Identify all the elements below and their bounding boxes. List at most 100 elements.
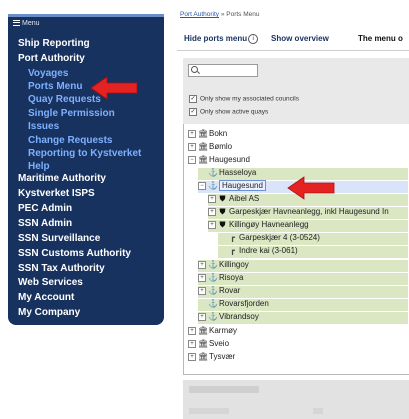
ports-tree: + 🏛Bokn + 🏛Bømlo − 🏛Haugesund ⚓Hasseloya − ⚓… (183, 124, 409, 375)
tree-node-label: Garpeskjær 4 (3-0524) (239, 233, 320, 242)
menu-description-text: The menu o (358, 34, 403, 43)
anchor-icon: ⚓ (208, 286, 218, 296)
tree-node-bomlo[interactable]: + 🏛Bømlo (188, 142, 408, 154)
active-quays-checkbox[interactable]: ✓ (189, 108, 197, 116)
sidebar-item-ssn-surveillance[interactable]: SSN Surveillance (18, 233, 100, 244)
building-icon: 🏛 (198, 155, 209, 165)
shield-icon: ⛊ (219, 220, 226, 229)
sidebar-item-single-permission[interactable]: Single Permission (28, 108, 115, 119)
sidebar-item-reporting-kystverket[interactable]: Reporting to Kystverket (28, 148, 141, 159)
sidebar-item-issues[interactable]: Issues (28, 121, 59, 132)
tree-node-vibrandsoy[interactable]: + ⚓Vibrandsoy (198, 312, 408, 324)
sidebar-item-ports-menu[interactable]: Ports Menu (28, 81, 82, 92)
expand-toggle[interactable]: + (198, 312, 206, 321)
sidebar-item-change-requests[interactable]: Change Requests (28, 135, 112, 146)
sidebar-item-port-authority[interactable]: Port Authority (18, 53, 85, 64)
expand-toggle[interactable]: + (188, 352, 196, 361)
sidebar-item-ssn-customs[interactable]: SSN Customs Authority (18, 248, 131, 259)
show-overview-button[interactable]: Show overview (271, 34, 329, 43)
filter-panel: ✓ Only show my associated councils ✓ Only … (183, 58, 409, 124)
hide-ports-menu-label: Hide ports menu (184, 34, 248, 44)
building-icon: 🏛 (198, 339, 209, 349)
tree-node-haugesund-council[interactable]: − 🏛Haugesund (188, 155, 408, 167)
building-icon: 🏛 (198, 129, 209, 139)
tree-node-rovarsfjorden[interactable]: ⚓Rovarsfjorden (198, 299, 408, 311)
menu-header[interactable]: Menu (13, 20, 40, 27)
building-icon: 🏛 (198, 142, 209, 152)
expand-toggle[interactable]: + (198, 273, 206, 282)
pier-icon: ┏ (230, 233, 235, 243)
sidebar-item-voyages[interactable]: Voyages (28, 68, 68, 79)
hide-ports-menu-button[interactable]: Hide ports menu i (184, 34, 259, 44)
tree-node-label: Rovarsfjorden (219, 299, 269, 308)
expand-toggle[interactable]: + (208, 195, 216, 203)
tree-node-label: Haugesund (219, 180, 266, 191)
red-arrow-icon (287, 176, 335, 200)
announcement-header (189, 386, 259, 393)
sidebar-item-pec-admin[interactable]: PEC Admin (18, 203, 72, 214)
tree-node-label: Risoya (219, 273, 244, 282)
tree-node-garpeskjaer-4[interactable]: ┏ Garpeskjær 4 (3-0524) (218, 233, 408, 245)
breadcrumb-port-authority[interactable]: Port Authority (180, 11, 219, 18)
search-icon (191, 66, 198, 73)
active-quays-label: Only show active quays (200, 108, 269, 116)
sidebar-item-kystverket-isps[interactable]: Kystverket ISPS (18, 188, 95, 199)
tree-search-input[interactable] (188, 64, 258, 77)
expand-toggle[interactable]: + (198, 286, 206, 295)
anchor-icon: ⚓ (208, 299, 218, 309)
expand-toggle[interactable]: + (188, 339, 196, 348)
building-icon: 🏛 (198, 352, 209, 362)
sidebar-item-help[interactable]: Help (28, 161, 50, 172)
sidebar-item-maritime-authority[interactable]: Maritime Authority (18, 173, 106, 184)
sidebar-item-ship-reporting[interactable]: Ship Reporting (18, 38, 90, 49)
sidebar-item-my-account[interactable]: My Account (18, 292, 74, 303)
expand-toggle[interactable]: + (208, 208, 216, 216)
info-icon[interactable]: i (248, 34, 259, 44)
tree-node-killingoy[interactable]: + ⚓Killingoy (198, 260, 408, 272)
anchor-icon: ⚓ (208, 273, 218, 283)
anchor-icon: ⚓ (208, 181, 218, 191)
building-icon: 🏛 (198, 326, 209, 336)
tree-node-label: Killingoy (219, 260, 249, 269)
expand-toggle[interactable]: + (188, 142, 196, 151)
tree-node-label: Bømlo (209, 142, 233, 151)
tree-node-label: Vibrandsoy (219, 312, 259, 321)
breadcrumb: Port Authority » Ports Menu (180, 11, 260, 18)
tree-node-indre-kai[interactable]: ┏ Indre kai (3-061) (218, 246, 408, 258)
collapse-toggle[interactable]: − (188, 155, 196, 164)
tree-node-label: Bokn (209, 129, 228, 138)
announcement-field (189, 408, 229, 414)
red-arrow-icon (90, 76, 138, 100)
sidebar-item-ssn-tax[interactable]: SSN Tax Authority (18, 263, 105, 274)
collapse-toggle[interactable]: − (198, 181, 206, 190)
announcement-panel (183, 380, 409, 419)
active-quays-filter[interactable]: ✓ Only show active quays (189, 108, 268, 116)
tree-node-label: Garpeskjær Havneanlegg, inkl Haugesund I… (229, 207, 389, 217)
sidebar-accent (8, 14, 164, 17)
tree-node-risoya[interactable]: + ⚓Risoya (198, 273, 408, 285)
shield-icon: ⛊ (219, 194, 226, 203)
ports-toolbar: Hide ports menu i Show overview The menu … (177, 28, 409, 51)
expand-toggle[interactable]: + (188, 129, 196, 138)
sidebar-menu: Menu Ship Reporting Port Authority Voyag… (8, 14, 164, 325)
tree-node-karmoy[interactable]: + 🏛Karmøy (188, 326, 408, 338)
tree-node-label: Sveio (209, 339, 230, 348)
associated-councils-checkbox[interactable]: ✓ (189, 95, 197, 103)
tree-node-label: Karmøy (209, 326, 237, 335)
tree-node-garpeskjaer-havneanlegg[interactable]: + ⛊ Garpeskjær Havneanlegg, inkl Haugesund… (208, 207, 408, 219)
tree-node-rovar[interactable]: + ⚓Rovar (198, 286, 408, 298)
expand-toggle[interactable]: + (198, 260, 206, 269)
sidebar-item-my-company[interactable]: My Company (18, 307, 80, 318)
pier-icon: ┏ (230, 246, 235, 256)
tree-node-killingoy-havneanlegg[interactable]: + ⛊ Killingøy Havneanlegg (208, 220, 408, 232)
tree-node-bokn[interactable]: + 🏛Bokn (188, 129, 408, 141)
expand-toggle[interactable]: + (208, 221, 216, 229)
tree-node-sveio[interactable]: + 🏛Sveio (188, 339, 408, 351)
tree-node-tysvaer[interactable]: + 🏛Tysvær (188, 352, 408, 364)
expand-toggle[interactable]: + (188, 326, 196, 335)
sidebar-item-web-services[interactable]: Web Services (18, 277, 83, 288)
associated-councils-filter[interactable]: ✓ Only show my associated councils (189, 95, 299, 103)
sidebar-item-ssn-admin[interactable]: SSN Admin (18, 218, 72, 229)
breadcrumb-current: Ports Menu (226, 11, 260, 18)
tree-node-label: Aibel AS (229, 194, 260, 204)
